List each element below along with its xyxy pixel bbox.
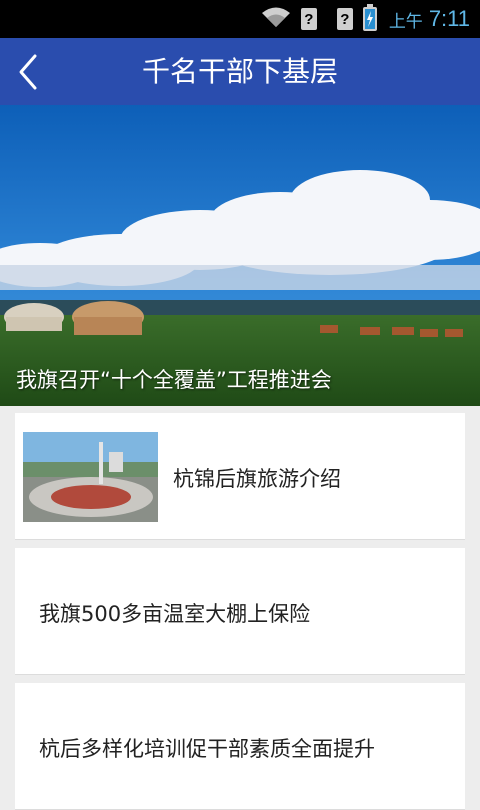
clock-am-label: 上午 (388, 11, 423, 32)
hero-caption: 我旗召开“十个全覆盖”工程推进会 (16, 368, 332, 392)
news-title: 杭锦后旗旅游介绍 (173, 467, 341, 491)
list-item[interactable]: 杭后多样化培训促干部素质全面提升 (15, 683, 465, 810)
list-item[interactable]: 我旗500多亩温室大棚上保险 (15, 548, 465, 675)
news-title: 杭后多样化培训促干部素质全面提升 (39, 737, 375, 761)
status-bar: ? ? 上午 7:11 (0, 0, 480, 38)
page-title: 千名干部下基层 (141, 55, 338, 88)
hero-banner[interactable]: 我旗召开“十个全覆盖”工程推进会 (0, 105, 480, 406)
battery-charging-icon (362, 4, 377, 31)
list-item[interactable]: 杭锦后旗旅游介绍 (15, 413, 465, 540)
signal-unknown-icon: ? (336, 8, 353, 30)
signal-unknown-icon: ? (300, 8, 317, 30)
clock-time: 7:11 (428, 6, 470, 31)
news-title: 我旗500多亩温室大棚上保险 (39, 602, 311, 626)
wifi-icon (261, 6, 291, 32)
hero-image (0, 105, 480, 406)
app-bar: 千名干部下基层 (0, 38, 480, 105)
status-icons: ? ? 上午 7:11 (261, 0, 470, 38)
news-thumbnail (23, 432, 158, 522)
